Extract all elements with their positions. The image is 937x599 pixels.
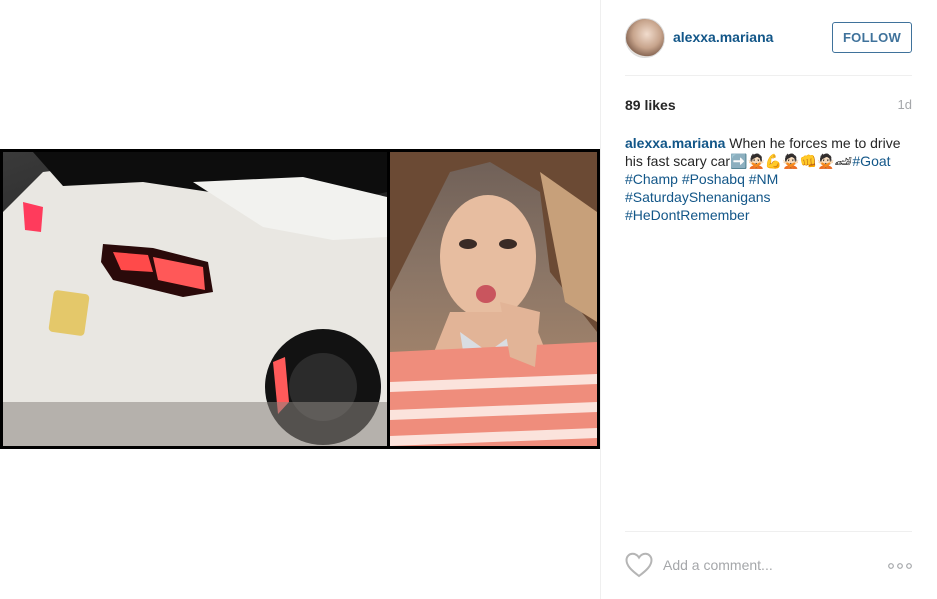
comment-input[interactable]	[663, 554, 873, 576]
post-image[interactable]	[0, 149, 600, 449]
hashtag-champ[interactable]: #Champ	[625, 171, 678, 187]
car-illustration	[3, 152, 387, 446]
likes-count[interactable]: 89 likes	[625, 97, 676, 113]
post-age[interactable]: 1d	[898, 97, 912, 112]
avatar[interactable]	[625, 18, 665, 58]
post-header: alexxa.mariana FOLLOW	[625, 18, 912, 76]
caption-username[interactable]: alexxa.mariana	[625, 135, 725, 151]
follow-button[interactable]: FOLLOW	[832, 22, 912, 53]
heart-icon[interactable]	[625, 552, 653, 578]
selfie-photo	[390, 152, 597, 446]
post-media	[0, 0, 600, 599]
post-caption: alexxa.mariana When he forces me to driv…	[625, 134, 915, 224]
header-username[interactable]: alexxa.mariana	[673, 29, 773, 45]
post-footer	[625, 531, 912, 599]
selfie-illustration	[390, 152, 597, 446]
hashtag-nm[interactable]: #NM	[749, 171, 779, 187]
hashtag-hedontremember[interactable]: #HeDontRemember	[625, 207, 750, 223]
post-stats: 89 likes 1d	[625, 97, 912, 115]
hashtag-saturdayshenanigans[interactable]: #SaturdayShenanigans	[625, 189, 771, 205]
car-rear-photo	[3, 152, 387, 446]
hashtag-goat[interactable]: #Goat	[852, 153, 890, 169]
post-sidebar: alexxa.mariana FOLLOW 89 likes 1d alexxa…	[600, 0, 937, 599]
more-options-icon[interactable]	[888, 562, 912, 570]
hashtag-poshabq[interactable]: #Poshabq	[682, 171, 745, 187]
